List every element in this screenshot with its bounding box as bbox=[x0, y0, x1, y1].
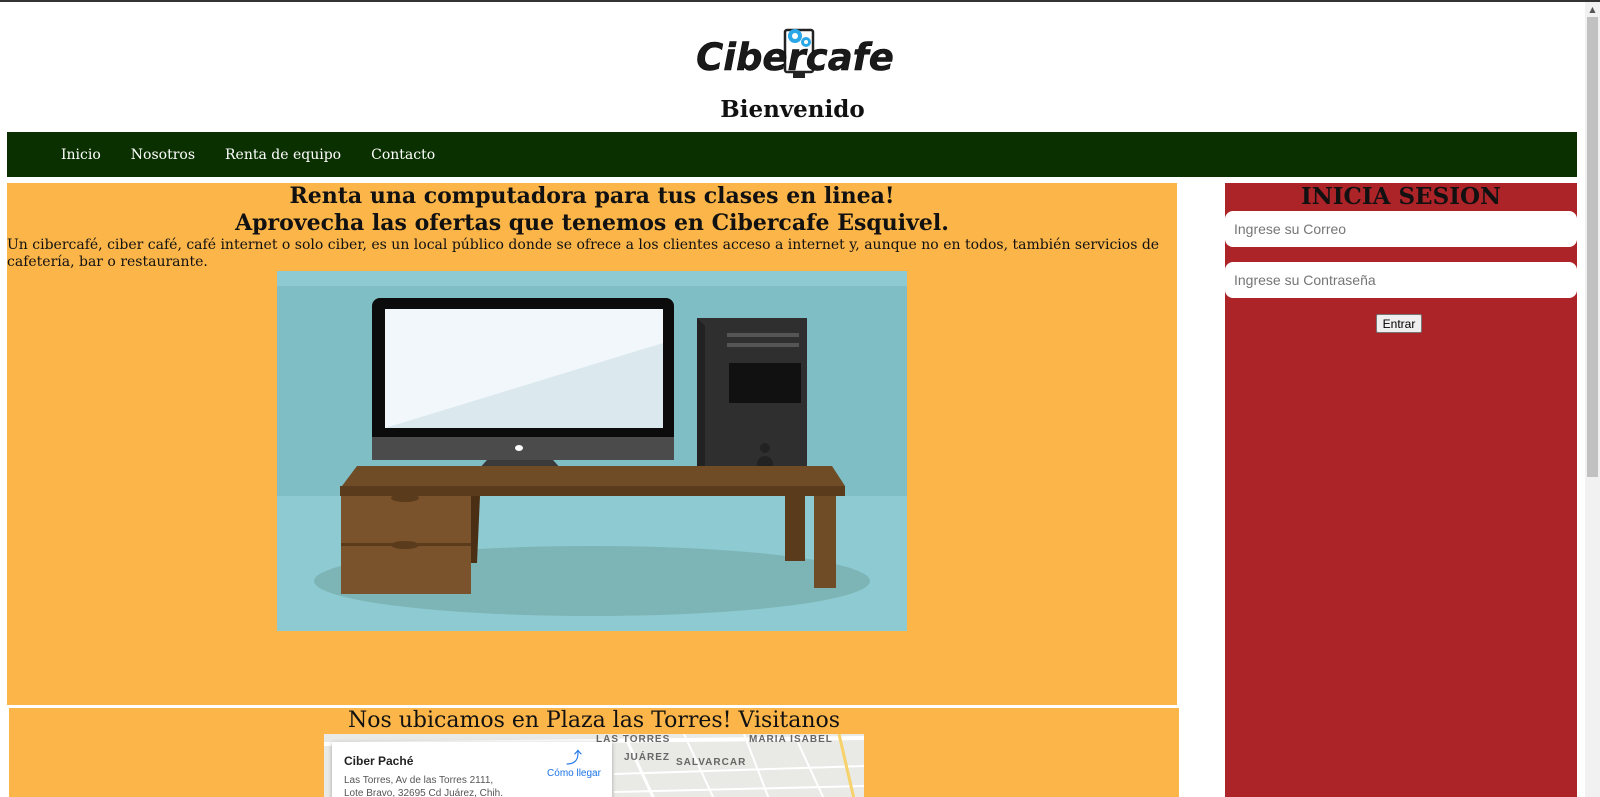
page-scrollbar[interactable]: ▲ bbox=[1585, 2, 1600, 797]
map-label-salvarcar: SALVARCAR bbox=[676, 757, 747, 768]
directions-label: Cómo llegar bbox=[547, 768, 601, 779]
login-submit-button[interactable]: Entrar bbox=[1376, 314, 1422, 333]
location-heading: Nos ubicamos en Plaza las Torres! Visita… bbox=[347, 708, 841, 733]
login-title: INICIA SESION bbox=[1300, 183, 1502, 210]
login-panel: INICIA SESION Entrar bbox=[1225, 183, 1577, 797]
headline: Renta una computadora para tus clases en… bbox=[7, 183, 1177, 237]
scrollbar-thumb[interactable] bbox=[1587, 17, 1598, 477]
email-field[interactable] bbox=[1225, 211, 1577, 247]
main-content: Renta una computadora para tus clases en… bbox=[7, 183, 1177, 705]
map-embed[interactable]: LAS TORRES MARIA ISABEL JUÁREZ SALVARCAR… bbox=[324, 734, 864, 797]
nav-inicio[interactable]: Inicio bbox=[61, 147, 101, 163]
map-info-card: Ciber Paché Las Torres, Av de las Torres… bbox=[332, 742, 612, 797]
headline-line-2: Aprovecha las ofertas que tenemos en Cib… bbox=[235, 210, 949, 236]
description: Un cibercafé, ciber café, café internet … bbox=[7, 237, 1160, 270]
password-field[interactable] bbox=[1225, 262, 1577, 298]
nav-renta-de-equipo[interactable]: Renta de equipo bbox=[225, 147, 341, 163]
map-place-name: Ciber Paché bbox=[344, 754, 414, 768]
main-nav: Inicio Nosotros Renta de equipo Contacto bbox=[7, 132, 1577, 177]
cibercafe-logo: Cibercafe bbox=[696, 28, 894, 79]
logo-text: Cibercafe bbox=[696, 36, 894, 79]
nav-nosotros[interactable]: Nosotros bbox=[131, 147, 195, 163]
scroll-up-arrow-icon[interactable]: ▲ bbox=[1585, 2, 1600, 17]
map-label-juarez: JUÁREZ bbox=[624, 752, 671, 763]
nav-contacto[interactable]: Contacto bbox=[371, 147, 435, 163]
computer-desk-illustration bbox=[277, 271, 907, 631]
welcome-heading: Bienvenido bbox=[720, 96, 865, 123]
header: Cibercafe Bienvenido bbox=[0, 2, 1585, 130]
location-section: Nos ubicamos en Plaza las Torres! Visita… bbox=[9, 706, 1179, 797]
headline-line-1: Renta una computadora para tus clases en… bbox=[289, 183, 895, 209]
map-label-maria-isabel: MARIA ISABEL bbox=[749, 734, 833, 745]
map-address: Las Torres, Av de las Torres 2111, Lote … bbox=[344, 775, 503, 797]
directions-icon: ⤴ bbox=[565, 750, 582, 767]
directions-link[interactable]: ⤴ Cómo llegar bbox=[542, 750, 606, 779]
